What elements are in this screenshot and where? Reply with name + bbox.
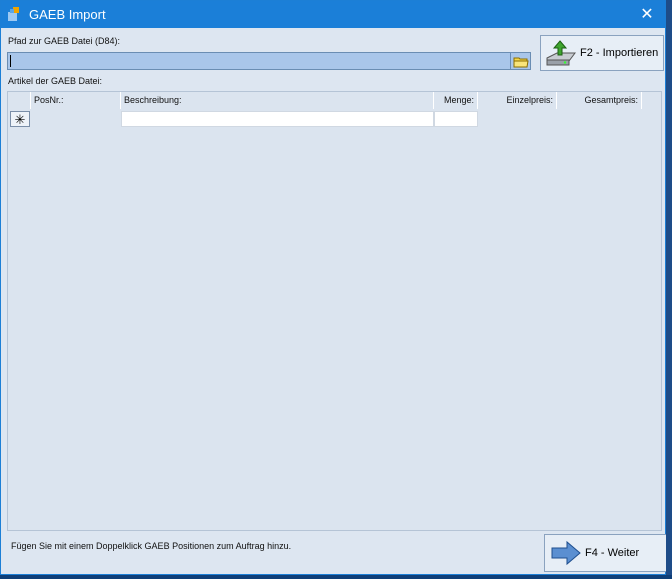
close-button[interactable]: ✕ [629, 1, 665, 28]
column-header-gesamtpreis[interactable]: Gesamtpreis: [557, 92, 642, 109]
path-label: Pfad zur GAEB Datei (D84): [8, 36, 121, 46]
app-logo-icon [8, 7, 19, 21]
new-row-marker-icon: ✳ [10, 111, 30, 127]
new-row-menge-cell[interactable] [434, 111, 478, 127]
column-header-einzelpreis[interactable]: Einzelpreis: [478, 92, 557, 109]
desktop-background [666, 0, 672, 575]
grid-header-row: PosNr.: Beschreibung: Menge: Einzelpreis… [8, 92, 661, 110]
new-row-beschreibung-cell[interactable] [121, 111, 434, 127]
browse-button[interactable] [511, 52, 531, 70]
articles-grid[interactable]: PosNr.: Beschreibung: Menge: Einzelpreis… [7, 91, 662, 531]
gaeb-import-window: GAEB Import ✕ Pfad zur GAEB Datei (D84):… [0, 0, 670, 575]
column-header-posnr[interactable]: PosNr.: [31, 92, 121, 109]
arrow-right-icon [551, 540, 581, 566]
import-button[interactable]: F2 - Importieren [540, 35, 664, 71]
next-button[interactable]: F4 - Weiter [544, 534, 670, 572]
row-header-column [8, 92, 31, 109]
folder-icon [513, 57, 529, 68]
articles-label: Artikel der GAEB Datei: [8, 76, 103, 86]
hint-text: Fügen Sie mit einem Doppelklick GAEB Pos… [11, 541, 292, 551]
disk-import-icon [546, 40, 576, 66]
column-header-beschreibung[interactable]: Beschreibung: [121, 92, 434, 109]
desktop-taskbar-strip [0, 575, 672, 579]
path-input[interactable] [7, 52, 511, 70]
next-button-label: F4 - Weiter [585, 547, 640, 559]
title-bar[interactable]: GAEB Import ✕ [1, 1, 665, 28]
window-title: GAEB Import [29, 7, 106, 22]
import-button-label: F2 - Importieren [580, 47, 659, 59]
text-caret [10, 55, 11, 67]
new-entry-row[interactable]: ✳ [8, 110, 661, 128]
close-icon: ✕ [640, 6, 654, 23]
column-header-menge[interactable]: Menge: [434, 92, 478, 109]
